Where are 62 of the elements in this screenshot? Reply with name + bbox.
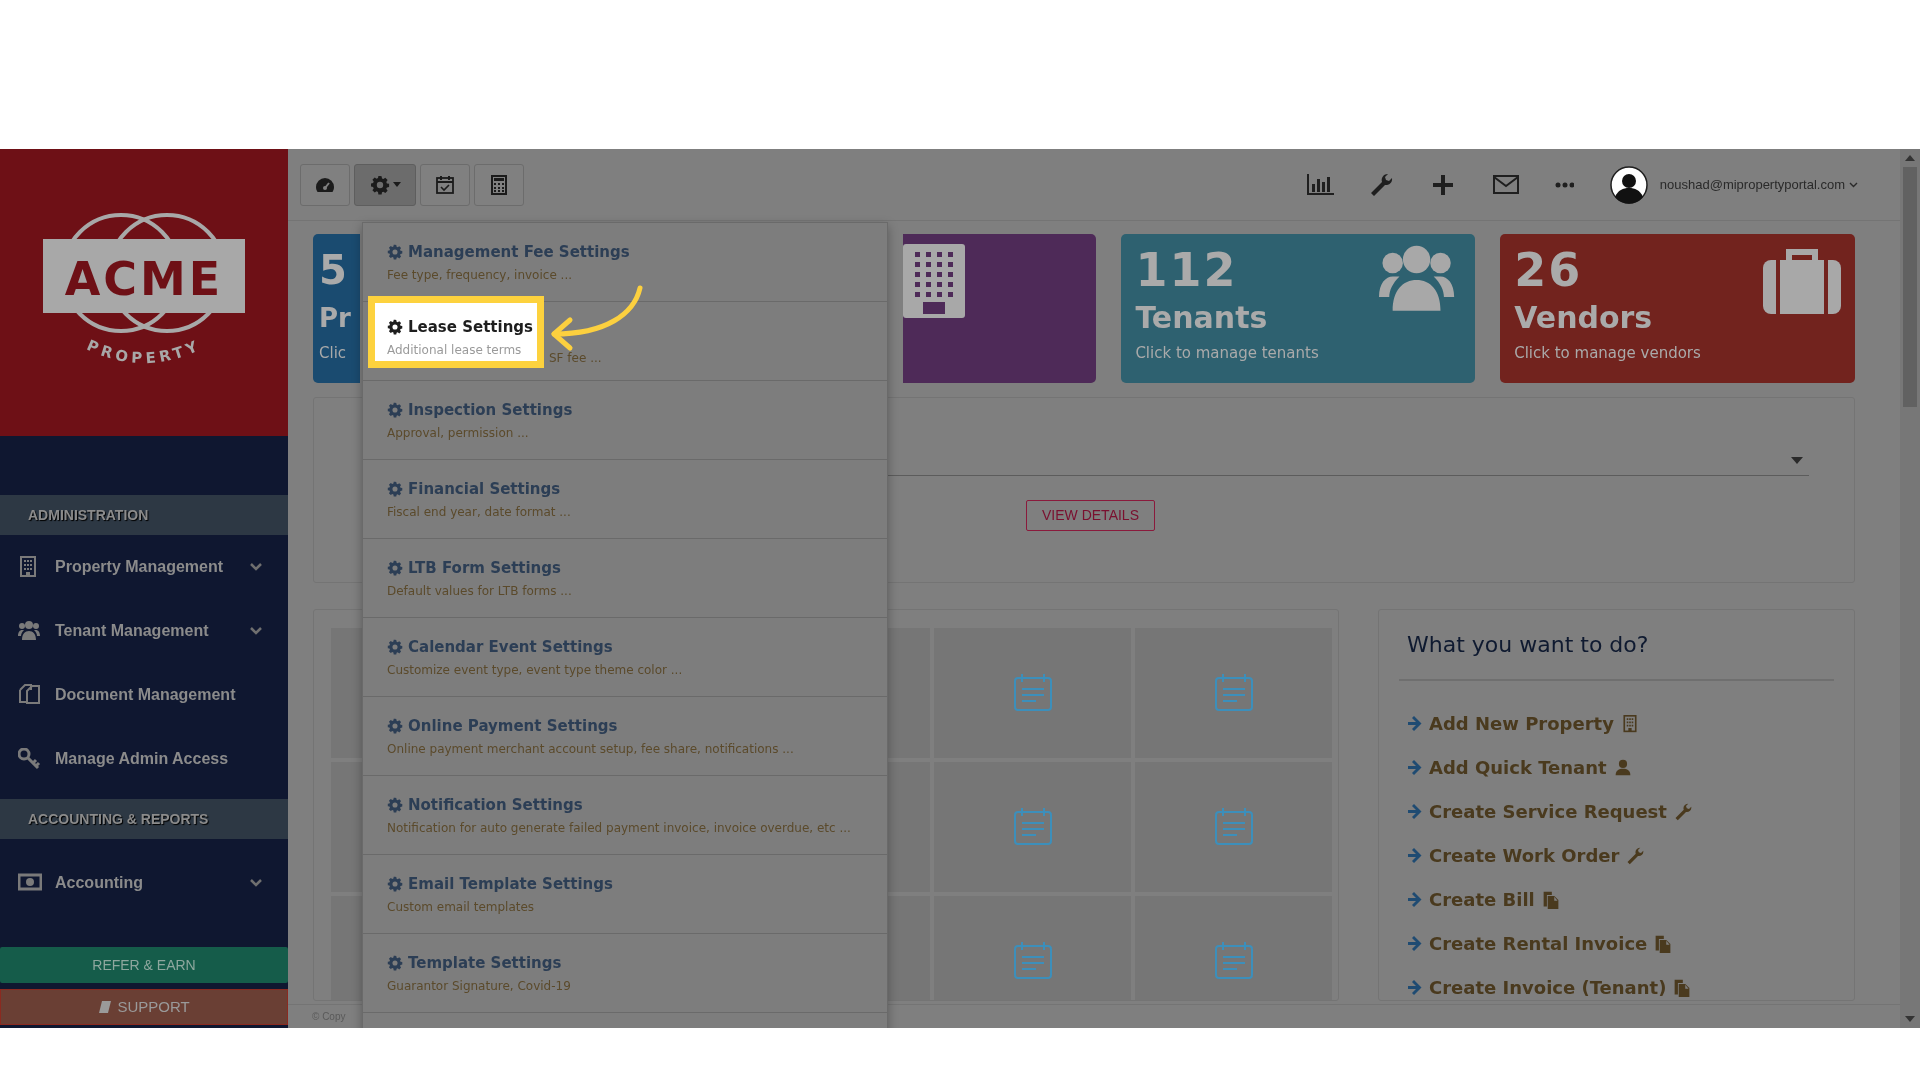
menu-item-title: Online Payment Settings — [408, 716, 618, 737]
menu-item[interactable]: Financial Settings Fiscal end year, date format ... — [363, 460, 887, 539]
quick-action-link[interactable]: Create Rental Invoice — [1407, 930, 1834, 957]
menu-item-description: Fiscal end year, date format ... — [387, 504, 572, 519]
menu-item-description: Notification for auto generate failed payment invoice, invoice overdue, etc ... — [387, 820, 852, 835]
menu-item-title: Inspection Settings — [408, 400, 573, 421]
menu-item-description: Customize event type, event type theme color ... — [387, 662, 684, 677]
menu-item[interactable]: Template Settings Guarantor Signature, Covid-19 — [363, 934, 887, 1013]
menu-item-description: Custom email templates — [387, 899, 536, 914]
stat-card[interactable]: 26 Vendors Click to manage vendors — [1500, 234, 1855, 383]
sidebar-item[interactable]: Tenant Management — [0, 599, 288, 663]
panel-title: What you want to do? — [1399, 628, 1834, 681]
menu-item-title: Lease Settings — [408, 317, 533, 338]
menu-item-description: Default values for LTB forms ... — [387, 583, 573, 598]
stat-card[interactable]: 5 Pr Clic — [313, 234, 361, 383]
stat-card[interactable]: 112 Tenants Click to manage tenants — [1121, 234, 1476, 383]
quick-action-link[interactable]: Create Service Request — [1407, 798, 1834, 825]
logo: ACME PROPERTY — [39, 202, 249, 383]
quick-action-link[interactable]: Create Work Order — [1407, 842, 1834, 869]
sidebar-item[interactable]: Manage Admin Access — [0, 727, 288, 791]
menu-item[interactable]: Calendar Event Settings Customize event type, event type theme color ... — [363, 618, 887, 697]
quick-action-link[interactable]: Create Invoice (Tenant) — [1407, 974, 1834, 1001]
menu-item-title: Management Fee Settings — [408, 242, 630, 263]
menu-item-title: Financial Settings — [408, 479, 561, 500]
section-heading: ADMINISTRATION — [0, 495, 288, 535]
view-details-button[interactable]: VIEW DETAILS — [1026, 500, 1155, 531]
menu-item-title: Template Settings — [408, 953, 562, 974]
stat-number: 5 — [319, 246, 347, 295]
menu-item[interactable]: Inspection Settings Approval, permission ... — [363, 381, 887, 460]
menu-item-title: Email Template Settings — [408, 874, 613, 895]
menu-item-description: Fee type, frequency, invoice ... — [387, 267, 574, 282]
menu-item[interactable]: Notification Settings Notification for auto generate failed payment invoice, invoice overdue, etc ... — [363, 776, 887, 855]
user-menu[interactable]: noushad@mipropertyportal.com — [1659, 174, 1858, 195]
menu-item-description: SF fee ... — [549, 350, 602, 367]
menu-item-description: Approval, permission ... — [387, 425, 530, 440]
stat-hint: Clic — [319, 343, 347, 364]
menu-item[interactable]: Lease Settings Additional lease terms SF fee ... — [363, 302, 887, 381]
stat-label: Pr — [319, 302, 351, 335]
stat-hint: Click to manage tenants — [1135, 343, 1319, 364]
support-button[interactable]: SUPPORT — [0, 989, 288, 1025]
stat-number: 26 — [1514, 244, 1583, 296]
section-heading: ACCOUNTING & REPORTS — [0, 799, 288, 839]
stat-label: Tenants — [1135, 300, 1268, 336]
menu-item[interactable]: LTB Form Settings Default values for LTB forms ... — [363, 539, 887, 618]
sidebar-item[interactable]: Accounting — [0, 851, 288, 915]
stat-hint: Click to manage vendors — [1514, 343, 1701, 364]
stat-label: Vendors — [1514, 300, 1653, 336]
sidebar-item[interactable]: Property Management — [0, 535, 288, 599]
quick-action-link[interactable]: Add New Property — [1407, 710, 1834, 737]
refer-button[interactable]: REFER & EARN — [0, 947, 288, 983]
menu-item-description: Additional lease terms — [387, 342, 523, 357]
quick-action-link[interactable]: Add Quick Tenant — [1407, 754, 1834, 781]
menu-item-description: Online payment merchant account setup, fee share, notifications ... — [387, 741, 795, 756]
quick-action-link[interactable]: Create Bill — [1407, 886, 1834, 913]
sidebar-item[interactable]: Document Management — [0, 663, 288, 727]
menu-item-title: Calendar Event Settings — [408, 637, 613, 658]
menu-item-title: LTB Form Settings — [408, 558, 561, 579]
stat-number: 112 — [1135, 244, 1238, 296]
menu-item-description: Guarantor Signature, Covid-19 — [387, 978, 572, 993]
menu-item-title: Notification Settings — [408, 795, 583, 816]
menu-item[interactable]: Email Template Settings Custom email templates — [363, 855, 887, 934]
menu-item[interactable]: Online Payment Settings Online payment merchant account setup, fee share, notifications ... — [363, 697, 887, 776]
